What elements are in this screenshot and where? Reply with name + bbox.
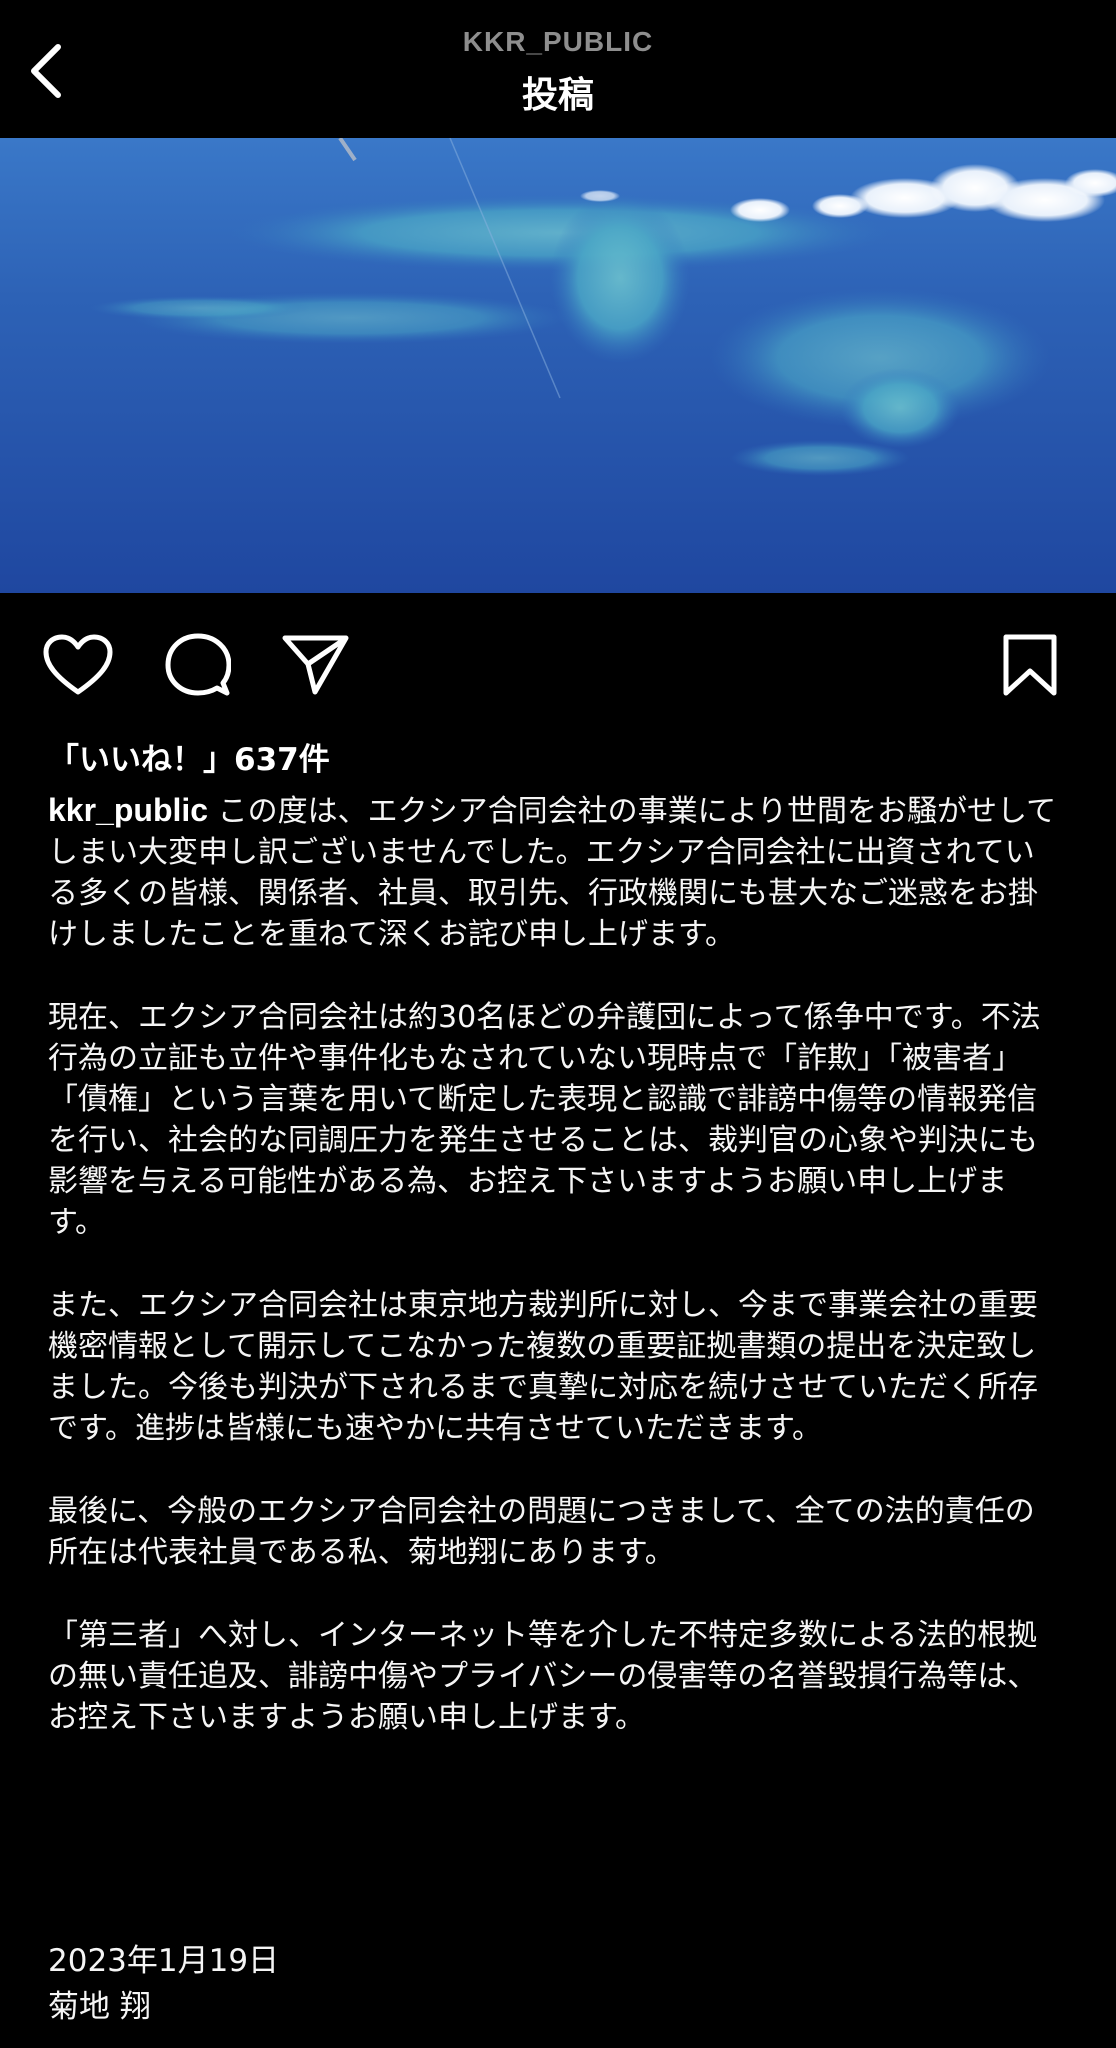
share-button[interactable] xyxy=(276,630,356,700)
likes-count[interactable]: 「いいね！」637件 xyxy=(48,734,330,779)
post-action-bar xyxy=(0,630,1116,700)
page-title: 投稿 xyxy=(521,75,594,116)
paper-plane-icon xyxy=(282,635,349,695)
caption-paragraph: 「第三者」へ対し、インターネット等を介した不特定多数による法的根拠の無い責任追及… xyxy=(48,1618,1038,1735)
caption-paragraph: kkr_public この度は、エクシア合同会社の事業により世間をお騒がせしてし… xyxy=(48,790,1058,955)
caption-date: 2023年1月19日 xyxy=(48,1943,280,1979)
top-nav-bar: KKR_PUBLIC 投稿 xyxy=(0,0,1116,138)
save-button[interactable] xyxy=(990,630,1070,700)
caption-paragraph: 最後に、今般のエクシア合同会社の問題につきまして、全ての法的責任の所在は代表社員… xyxy=(48,1494,1035,1570)
caption-paragraph: 現在、エクシア合同会社は約30名ほどの弁護団によって係争中です。不法行為の立証も… xyxy=(48,1000,1041,1240)
comment-icon xyxy=(165,633,231,696)
aerial-ocean-photo xyxy=(0,138,1116,593)
comment-button[interactable] xyxy=(158,630,238,700)
like-button[interactable] xyxy=(38,630,118,700)
post-caption: kkr_public この度は、エクシア合同会社の事業により世間をお騒がせしてし… xyxy=(48,790,1058,1780)
caption-username[interactable]: kkr_public xyxy=(48,792,208,828)
post-photo[interactable] xyxy=(0,138,1116,593)
heart-icon xyxy=(43,634,113,695)
caption-paragraph: また、エクシア合同会社は東京地方裁判所に対し、今まで事業会社の重要機密情報として… xyxy=(48,1288,1038,1446)
header-username: KKR_PUBLIC xyxy=(462,26,654,57)
bookmark-icon xyxy=(1003,634,1057,696)
caption-signature: 2023年1月19日 菊地 翔 xyxy=(48,1938,279,2030)
caption-author-name: 菊地 翔 xyxy=(48,1989,151,2025)
